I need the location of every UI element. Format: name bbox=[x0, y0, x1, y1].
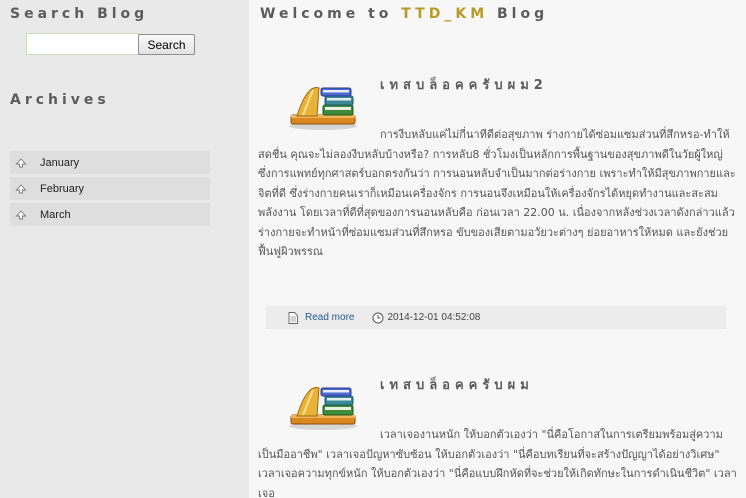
search-blog-heading: Search Blog bbox=[10, 6, 149, 22]
archive-label: February bbox=[40, 182, 85, 195]
welcome-suffix: Blog bbox=[497, 6, 549, 22]
main-content: Welcome to TTD_KM Blog เทสบล็อคครับผม2 ก… bbox=[249, 0, 746, 498]
archive-label: March bbox=[40, 208, 71, 221]
post-date: 2014-12-01 04:52:08 bbox=[387, 312, 481, 323]
archive-list: January February March bbox=[10, 151, 210, 229]
post-title[interactable]: เทสบล็อคครับผม2 bbox=[380, 74, 548, 95]
sidebar: Search Blog Search Archives January Febr… bbox=[0, 0, 238, 498]
arrow-up-icon bbox=[15, 157, 27, 167]
welcome-prefix: Welcome to bbox=[260, 6, 393, 22]
welcome-brand: TTD_KM bbox=[401, 6, 489, 22]
archives-heading: Archives bbox=[10, 92, 110, 108]
books-icon bbox=[289, 387, 357, 430]
search-input[interactable] bbox=[26, 33, 139, 55]
archive-item-march[interactable]: March bbox=[10, 203, 210, 226]
books-icon bbox=[289, 87, 357, 130]
search-button[interactable]: Search bbox=[138, 34, 195, 55]
archive-item-january[interactable]: January bbox=[10, 151, 210, 174]
archive-item-february[interactable]: February bbox=[10, 177, 210, 200]
post-title[interactable]: เทสบล็อคครับผม bbox=[380, 374, 534, 395]
document-icon bbox=[288, 311, 298, 324]
arrow-up-icon bbox=[15, 209, 27, 219]
archive-label: January bbox=[40, 156, 80, 169]
clock-icon bbox=[372, 312, 384, 323]
post-body: การงีบหลับแค่ไม่กี่นาทีดีต่อสุขภาพ ร่างก… bbox=[258, 128, 736, 258]
post-body: เวลาเจองานหนัก ให้บอกตัวเองว่า "นี่คือโอ… bbox=[258, 428, 737, 498]
arrow-up-icon bbox=[15, 183, 27, 193]
read-more-link[interactable]: Read more bbox=[305, 312, 354, 323]
post-meta-bar: Read more 2014-12-01 04:52:08 bbox=[266, 306, 726, 329]
welcome-heading: Welcome to TTD_KM Blog bbox=[260, 6, 548, 22]
